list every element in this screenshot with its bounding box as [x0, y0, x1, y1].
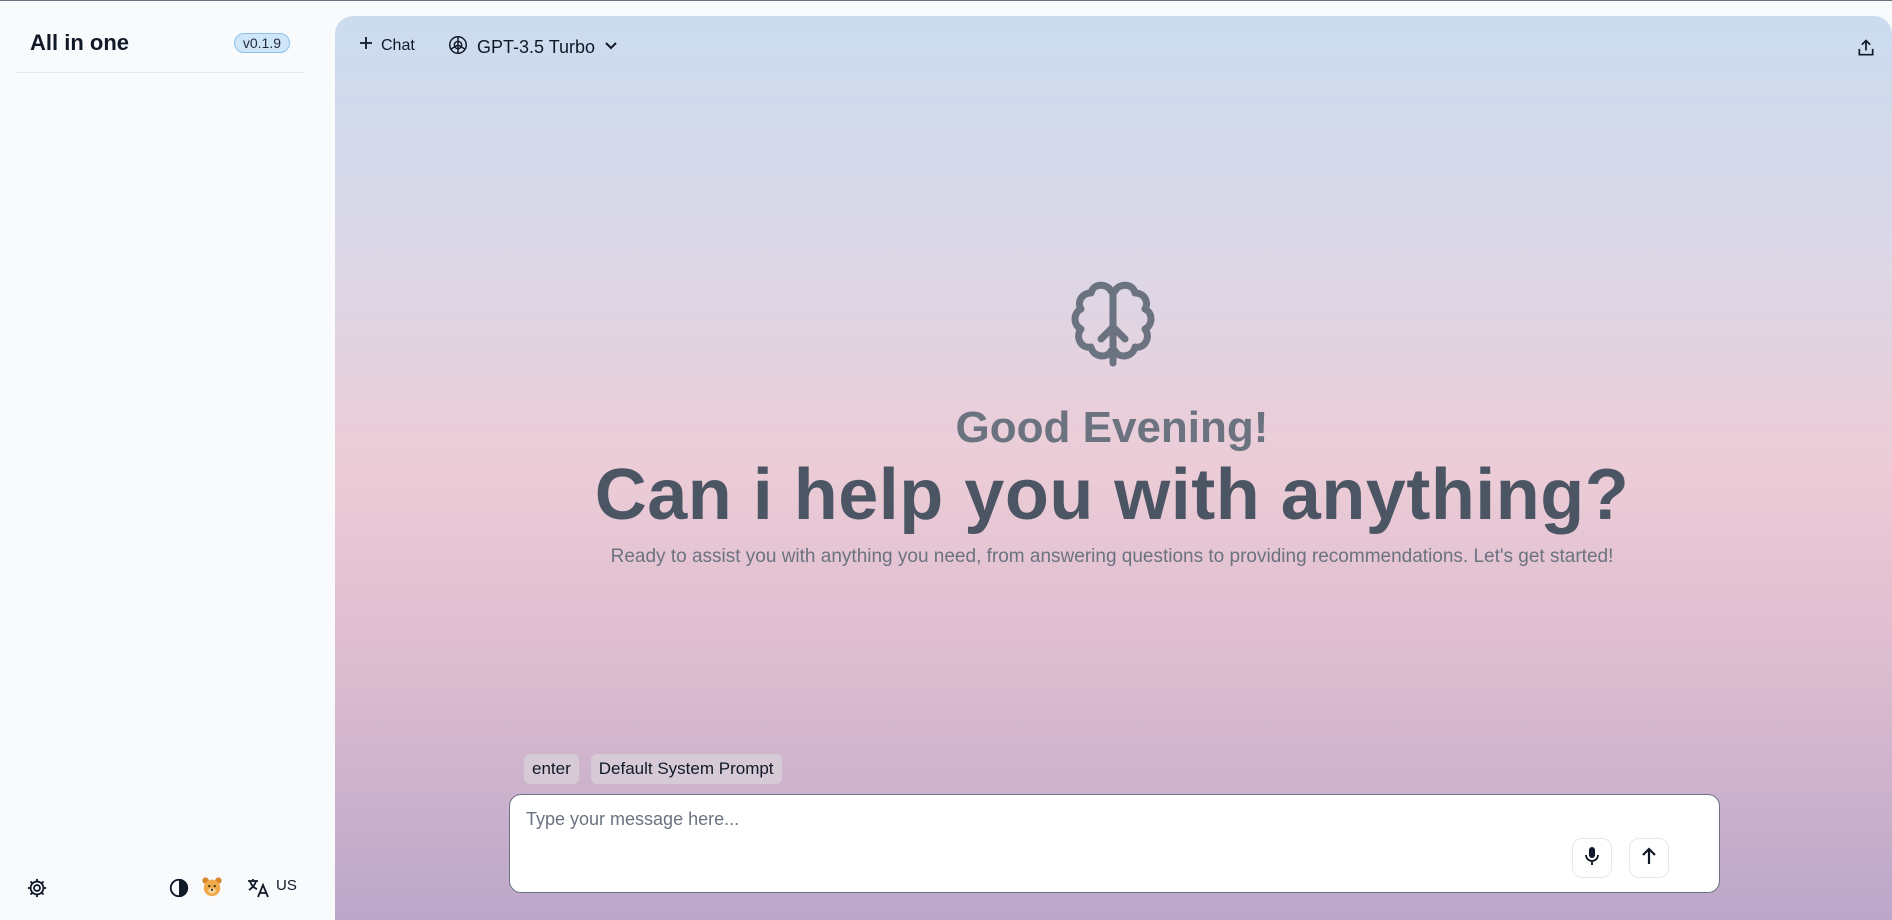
send-button[interactable]: [1629, 838, 1669, 878]
gear-icon[interactable]: [26, 877, 48, 899]
new-chat-button[interactable]: Chat: [359, 36, 415, 55]
chip-enter[interactable]: enter: [524, 754, 579, 784]
microphone-icon: [1583, 846, 1601, 871]
app-window: All in one v0.1.9 US Chat GPT-3.5 Turbo …: [0, 0, 1892, 920]
new-chat-label: Chat: [381, 36, 415, 54]
main-panel: Chat GPT-3.5 Turbo Good Evening! Can i h…: [335, 16, 1892, 920]
message-input[interactable]: [524, 805, 1528, 833]
contrast-icon[interactable]: [168, 877, 190, 899]
openai-icon: [447, 34, 469, 61]
chip-system-prompt[interactable]: Default System Prompt: [590, 754, 782, 784]
brain-icon: [1063, 277, 1163, 382]
sidebar: All in one v0.1.9 US: [0, 1, 333, 920]
greeting: Good Evening!: [955, 403, 1269, 452]
bear-avatar-icon[interactable]: [201, 876, 223, 898]
share-icon[interactable]: [1856, 38, 1876, 63]
message-composer: [509, 794, 1720, 893]
subtitle: Ready to assist you with anything you ne…: [610, 546, 1614, 567]
plus-icon: [359, 36, 373, 55]
sidebar-header: All in one v0.1.9: [15, 1, 305, 73]
language-label[interactable]: US: [276, 877, 297, 894]
arrow-up-icon: [1640, 846, 1658, 871]
prompt-chips: enter Default System Prompt: [524, 754, 782, 784]
app-title: All in one: [30, 30, 129, 55]
microphone-button[interactable]: [1572, 838, 1612, 878]
translate-icon[interactable]: [246, 877, 270, 899]
headline: Can i help you with anything?: [594, 455, 1630, 535]
sidebar-footer: US: [0, 840, 333, 920]
version-badge: v0.1.9: [233, 33, 290, 53]
